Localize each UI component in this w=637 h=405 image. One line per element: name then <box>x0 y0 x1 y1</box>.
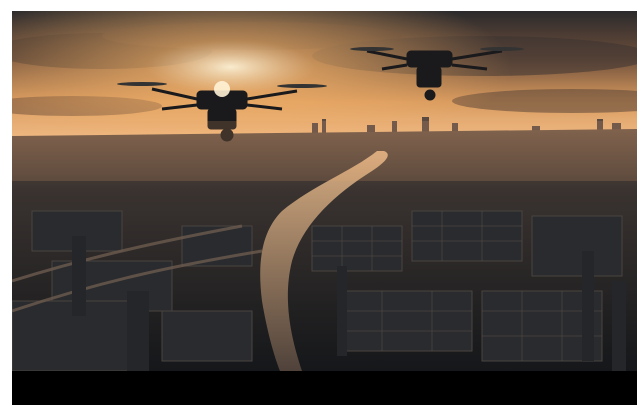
photo-frame <box>12 11 637 405</box>
photo <box>12 11 637 371</box>
bottom-black-bar <box>12 371 637 405</box>
